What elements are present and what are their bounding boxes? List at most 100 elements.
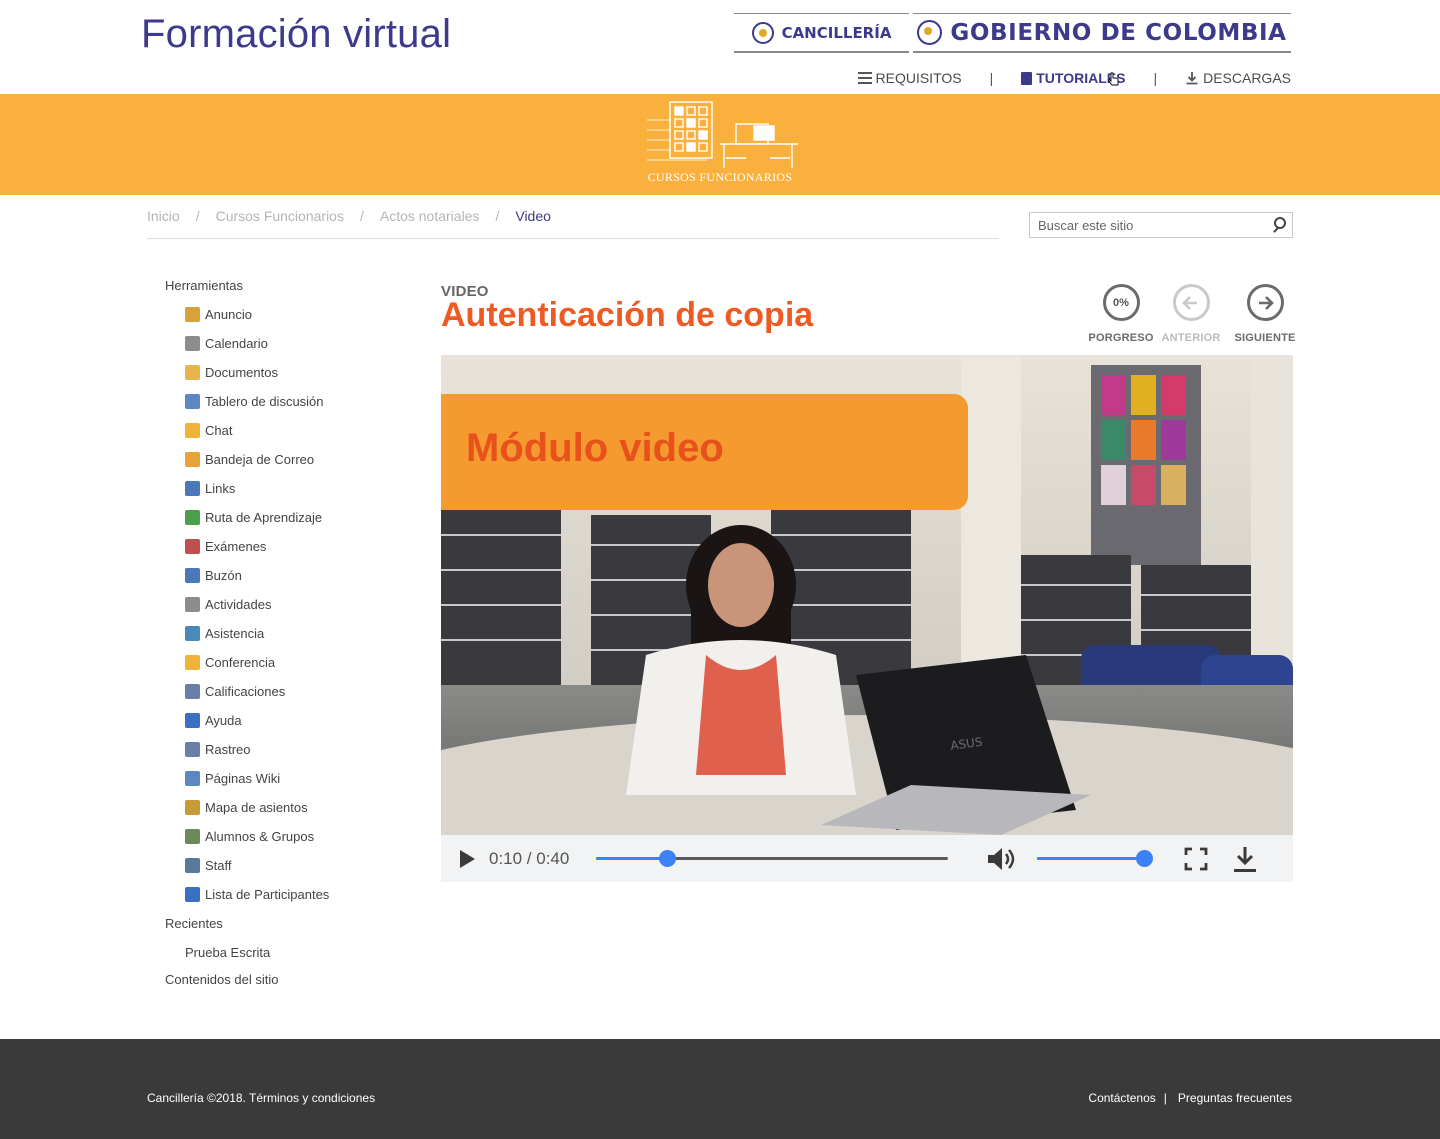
conference-icon <box>185 655 200 670</box>
cancilleria-label: CANCILLERÍA <box>781 23 892 42</box>
sidebar-item-discussion[interactable]: Tablero de discusión <box>165 394 405 423</box>
sidebar-item-label: Rastreo <box>205 742 251 757</box>
footer-separator: | <box>1163 1091 1167 1105</box>
footer-copyright[interactable]: Cancillería ©2018. Términos y condicione… <box>147 1091 375 1105</box>
previous-circle <box>1172 284 1210 321</box>
page-title: Autenticación de copia <box>441 296 814 334</box>
sidebar-site-contents[interactable]: Contenidos del sitio <box>165 972 405 988</box>
sidebar-item-help[interactable]: Ayuda <box>165 713 405 742</box>
module-title: Módulo video <box>466 426 724 470</box>
sidebar-heading-herramientas[interactable]: Herramientas <box>165 278 405 294</box>
seek-bar-handle[interactable] <box>658 850 676 867</box>
sidebar-item-documents[interactable]: Documentos <box>165 365 405 394</box>
arrow-left-icon <box>1182 295 1197 310</box>
sidebar-item-label: Ayuda <box>205 713 242 728</box>
megaphone-icon <box>185 307 200 322</box>
calendar-icon <box>185 336 200 351</box>
volume-slider-handle[interactable] <box>1136 850 1154 867</box>
sidebar-item-inbox[interactable]: Buzón <box>165 568 405 597</box>
cancilleria-brand-link[interactable]: CANCILLERÍA <box>734 13 909 53</box>
seating-map-icon <box>185 800 200 815</box>
previous-button[interactable]: ANTERIOR <box>1151 284 1231 344</box>
link-icon <box>185 481 200 496</box>
sidebar-item-participants[interactable]: Lista de Participantes <box>165 887 405 916</box>
sidebar-item-learning-path[interactable]: Ruta de Aprendizaje <box>165 510 405 539</box>
documents-icon <box>185 365 200 380</box>
sidebar-item-mailbox[interactable]: Bandeja de Correo <box>165 452 405 481</box>
course-banner: CURSOS FUNCIONARIOS <box>0 94 1440 195</box>
seek-bar[interactable] <box>596 850 949 867</box>
breadcrumb-inicio[interactable]: Inicio <box>147 208 180 238</box>
fullscreen-icon[interactable] <box>1184 847 1208 871</box>
gobierno-brand-link[interactable]: GOBIERNO DE COLOMBIA <box>913 13 1291 53</box>
site-search <box>1029 212 1293 238</box>
sidebar-item-label: Documentos <box>205 365 278 380</box>
sidebar-item-label: Mapa de asientos <box>205 800 308 815</box>
breadcrumb-current: Video <box>515 208 551 224</box>
volume-slider-fill <box>1037 857 1145 860</box>
sidebar-item-activities[interactable]: Actividades <box>165 597 405 626</box>
sidebar-item-grades[interactable]: Calificaciones <box>165 684 405 713</box>
sidebar-item-label: Tablero de discusión <box>205 394 324 409</box>
next-circle <box>1246 284 1284 321</box>
video-player[interactable]: ASUS Módulo video <box>441 355 1293 835</box>
inbox-icon <box>185 568 200 583</box>
sidebar-item-label: Staff <box>205 858 232 873</box>
sidebar-item-label: Páginas Wiki <box>205 771 281 786</box>
sidebar-item-label: Asistencia <box>205 626 265 641</box>
gobierno-label: GOBIERNO DE COLOMBIA <box>950 19 1287 46</box>
breadcrumb-actos-notariales[interactable]: Actos notariales <box>380 208 480 238</box>
footer-links: Contáctenos | Preguntas frecuentes <box>1088 1091 1292 1105</box>
sidebar-item-students-groups[interactable]: Alumnos & Grupos <box>165 829 405 858</box>
video-controls: 0:10 / 0:40 <box>441 835 1293 882</box>
sidebar-tools-list: Anuncio Calendario Documentos Tablero de di… <box>165 307 405 916</box>
breadcrumb-cursos-funcionarios[interactable]: Cursos Funcionarios <box>216 208 344 238</box>
volume-icon[interactable] <box>985 845 1017 873</box>
nav-descargas[interactable]: DESCARGAS <box>1185 70 1291 86</box>
sidebar-item-label: Calificaciones <box>205 684 286 699</box>
list-icon <box>857 72 872 84</box>
sidebar-item-wiki[interactable]: Páginas Wiki <box>165 771 405 800</box>
site-title[interactable]: Formación virtual <box>141 12 451 57</box>
sidebar-item-label: Actividades <box>205 597 272 612</box>
download-video-icon[interactable] <box>1232 845 1258 873</box>
wiki-icon <box>185 771 200 786</box>
sidebar-item-label: Buzón <box>205 568 242 583</box>
video-time: 0:10 / 0:40 <box>489 848 570 868</box>
search-icon[interactable] <box>1268 213 1292 237</box>
students-groups-icon <box>185 829 200 844</box>
sidebar-heading-recientes[interactable]: Recientes <box>165 916 405 932</box>
search-input[interactable] <box>1030 217 1268 233</box>
footer: Cancillería ©2018. Términos y condicione… <box>0 1039 1440 1139</box>
sidebar-item-label: Chat <box>205 423 233 438</box>
sidebar-item-label: Calendario <box>205 336 268 351</box>
volume-slider[interactable] <box>1037 850 1154 867</box>
sidebar-item-tracking[interactable]: Rastreo <box>165 742 405 771</box>
next-button[interactable]: SIGUIENTE <box>1225 284 1305 344</box>
module-title-box: Módulo video <box>441 394 968 510</box>
sidebar-item-exam[interactable]: Exámenes <box>165 539 405 568</box>
footer-link-contactenos[interactable]: Contáctenos <box>1088 1091 1155 1105</box>
sidebar-item-calendar[interactable]: Calendario <box>165 336 405 365</box>
sidebar-recent-item[interactable]: Prueba Escrita <box>165 945 405 972</box>
sidebar-item-chat[interactable]: Chat <box>165 423 405 452</box>
sidebar-item-conference[interactable]: Conferencia <box>165 655 405 684</box>
top-nav: REQUISITOS | TUTORIALES | DESCARGAS <box>857 70 1291 86</box>
sidebar-item-megaphone[interactable]: Anuncio <box>165 307 405 336</box>
sidebar-item-label: Bandeja de Correo <box>205 452 315 467</box>
nav-separator: | <box>989 70 994 86</box>
sidebar-item-label: Conferencia <box>205 655 276 670</box>
nav-separator: | <box>1153 70 1158 86</box>
colombia-seal-icon <box>751 21 774 44</box>
footer-link-preguntas[interactable]: Preguntas frecuentes <box>1178 1091 1292 1105</box>
sidebar-item-seating-map[interactable]: Mapa de asientos <box>165 800 405 829</box>
breadcrumb-separator: / <box>495 208 500 224</box>
sidebar-item-link[interactable]: Links <box>165 481 405 510</box>
sidebar-item-staff[interactable]: Staff <box>165 858 405 887</box>
mailbox-icon <box>185 452 200 467</box>
nav-requisitos[interactable]: REQUISITOS <box>857 70 962 86</box>
play-icon[interactable] <box>457 848 477 870</box>
breadcrumb-separator: / <box>195 208 200 224</box>
breadcrumb-separator: / <box>359 208 364 224</box>
sidebar-item-attendance[interactable]: Asistencia <box>165 626 405 655</box>
